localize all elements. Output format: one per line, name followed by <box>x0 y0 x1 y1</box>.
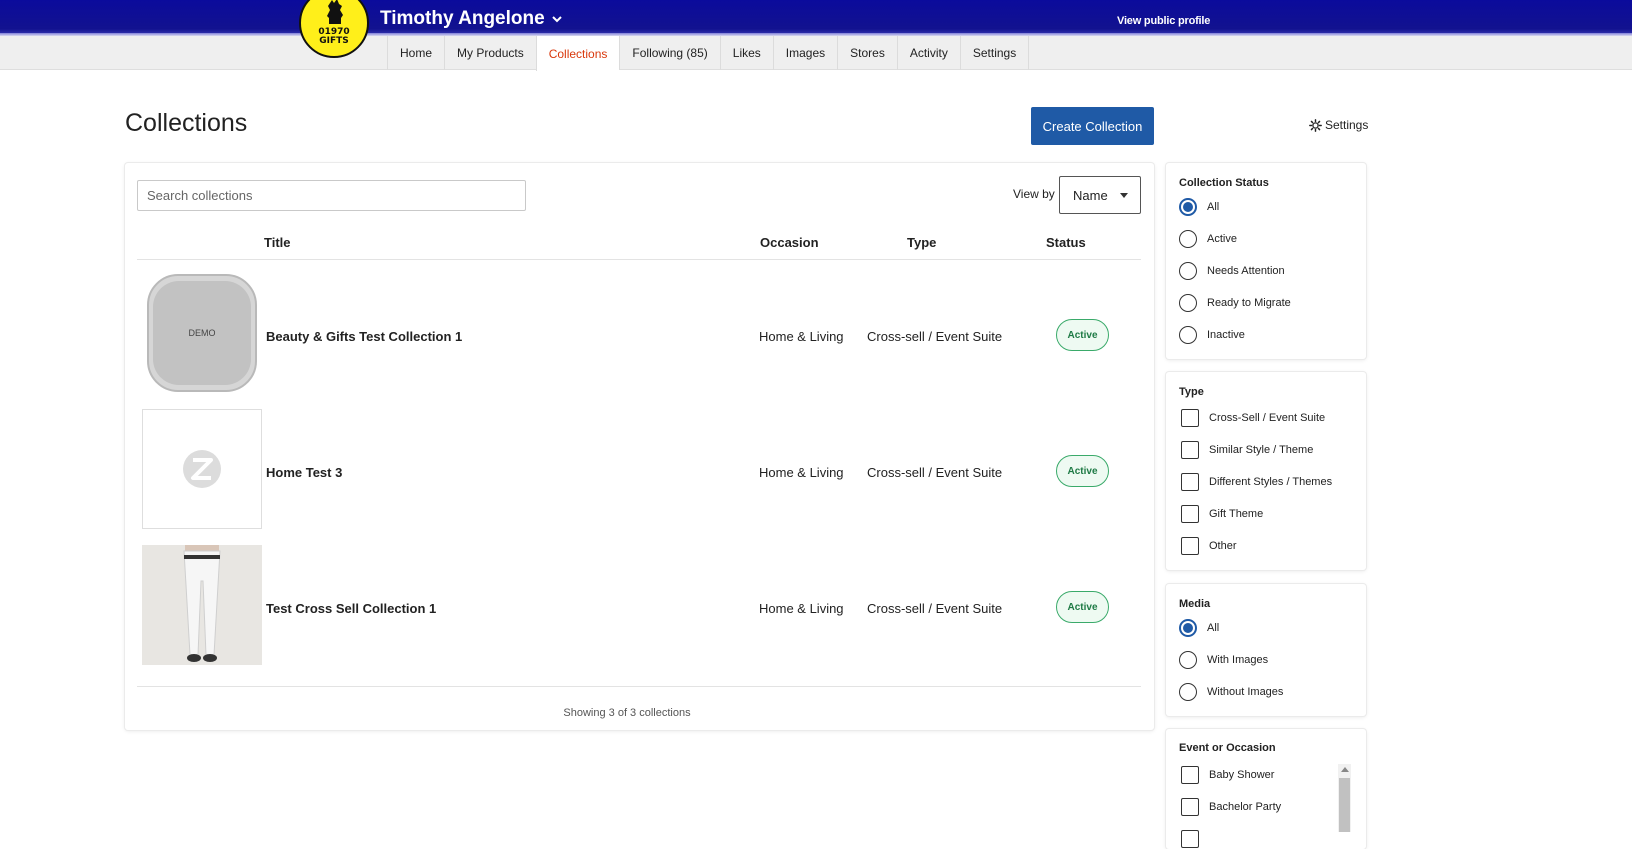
row-type: Cross-sell / Event Suite <box>867 465 1003 480</box>
row-title[interactable]: Home Test 3 <box>266 465 342 480</box>
filter-collection-status: Collection Status All Active Needs Atten… <box>1166 163 1366 359</box>
status-option-ready-to-migrate[interactable]: Ready to Migrate <box>1179 294 1291 312</box>
view-by-value: Name <box>1073 187 1108 203</box>
tab-home[interactable]: Home <box>387 36 444 70</box>
checkbox[interactable] <box>1181 766 1199 784</box>
checkbox[interactable] <box>1181 505 1199 523</box>
table-row[interactable]: Home Test 3 Home & Living Cross-sell / E… <box>137 403 1141 529</box>
scrollbar-thumb[interactable] <box>1339 778 1350 832</box>
radio-button[interactable] <box>1179 651 1197 669</box>
chevron-down-icon <box>551 16 562 23</box>
tab-likes[interactable]: Likes <box>719 36 773 70</box>
filter-type: Type Cross-Sell / Event Suite Similar St… <box>1166 372 1366 570</box>
placeholder-logo-image[interactable] <box>142 409 262 529</box>
row-occasion: Home & Living <box>759 465 844 480</box>
svg-text:DEMO: DEMO <box>189 328 216 338</box>
col-occasion[interactable]: Occasion <box>760 235 819 250</box>
tab-stores[interactable]: Stores <box>837 36 897 70</box>
view-by-label: View by <box>1013 187 1055 201</box>
user-name: Timothy Angelone <box>380 8 545 29</box>
type-option-cross-sell[interactable]: Cross-Sell / Event Suite <box>1179 409 1325 427</box>
logo-text: 01970 GIFTS <box>318 27 350 46</box>
nav-tabs: Home My Products Collections Following (… <box>387 36 1030 71</box>
tab-activity[interactable]: Activity <box>896 36 960 70</box>
row-title[interactable]: Test Cross Sell Collection 1 <box>266 601 436 616</box>
tab-following[interactable]: Following (85) <box>619 36 719 70</box>
radio-button[interactable] <box>1179 294 1197 312</box>
filter-title: Event or Occasion <box>1179 742 1276 754</box>
page-title: Collections <box>125 109 248 137</box>
filter-title: Collection Status <box>1179 177 1269 189</box>
tab-collections[interactable]: Collections <box>535 36 620 71</box>
results-count: Showing 3 of 3 collections <box>563 707 691 719</box>
radio-button[interactable] <box>1179 198 1197 216</box>
caret-down-icon <box>1120 193 1128 198</box>
tab-my-products[interactable]: My Products <box>444 36 536 70</box>
col-status[interactable]: Status <box>1046 235 1086 250</box>
col-title[interactable]: Title <box>264 235 291 250</box>
scroll-up-arrow-icon[interactable] <box>1341 767 1349 772</box>
media-option-all[interactable]: All <box>1179 619 1219 637</box>
row-title[interactable]: Beauty & Gifts Test Collection 1 <box>266 329 462 344</box>
filter-media: Media All With Images Without Images <box>1166 584 1366 716</box>
collections-card: View by Name Title Occasion Type Status … <box>125 163 1154 730</box>
occasion-scrollbar[interactable] <box>1338 764 1351 832</box>
view-by-select[interactable]: Name <box>1059 176 1141 214</box>
status-option-inactive[interactable]: Inactive <box>1179 326 1245 344</box>
tab-images[interactable]: Images <box>772 36 837 70</box>
radio-button[interactable] <box>1179 619 1197 637</box>
leggings-image[interactable] <box>142 545 262 665</box>
type-option-similar-style[interactable]: Similar Style / Theme <box>1179 441 1313 459</box>
settings-link[interactable]: Settings <box>1309 118 1368 132</box>
status-option-active[interactable]: Active <box>1179 230 1237 248</box>
table-footer-divider <box>137 686 1141 687</box>
status-badge: Active <box>1056 319 1109 351</box>
checkbox[interactable] <box>1181 441 1199 459</box>
type-option-other[interactable]: Other <box>1179 537 1237 555</box>
checkbox[interactable] <box>1181 830 1199 848</box>
gear-icon <box>1309 118 1322 132</box>
col-type[interactable]: Type <box>907 235 936 250</box>
table-row[interactable]: DEMO Beauty & Gifts Test Collection 1 Ho… <box>137 267 1141 392</box>
radio-button[interactable] <box>1179 230 1197 248</box>
view-public-profile-link[interactable]: View public profile <box>1117 15 1210 27</box>
checkbox[interactable] <box>1181 798 1199 816</box>
type-option-different-styles[interactable]: Different Styles / Themes <box>1179 473 1332 491</box>
occasion-option-baby-shower[interactable]: Baby Shower <box>1179 766 1274 784</box>
radio-button[interactable] <box>1179 326 1197 344</box>
row-type: Cross-sell / Event Suite <box>867 601 1003 616</box>
occasion-option-bachelor-party[interactable]: Bachelor Party <box>1179 798 1281 816</box>
search-input[interactable] <box>137 180 526 211</box>
profile-nav: Home My Products Collections Following (… <box>0 36 1632 71</box>
status-option-all[interactable]: All <box>1179 198 1219 216</box>
status-option-needs-attention[interactable]: Needs Attention <box>1179 262 1285 280</box>
media-option-with-images[interactable]: With Images <box>1179 651 1268 669</box>
checkbox[interactable] <box>1181 409 1199 427</box>
checkbox[interactable] <box>1181 537 1199 555</box>
type-option-gift-theme[interactable]: Gift Theme <box>1179 505 1263 523</box>
status-badge: Active <box>1056 455 1109 487</box>
knight-icon <box>327 0 343 24</box>
radio-button[interactable] <box>1179 683 1197 701</box>
tab-settings[interactable]: Settings <box>959 36 1030 70</box>
row-type: Cross-sell / Event Suite <box>867 329 1003 344</box>
top-bar: Timothy Angelone View public profile <box>0 0 1632 36</box>
table-header: Title Occasion Type Status <box>137 235 1141 260</box>
checkbox[interactable] <box>1181 473 1199 491</box>
table-row[interactable]: Test Cross Sell Collection 1 Home & Livi… <box>137 539 1141 665</box>
compact-mirror-image[interactable]: DEMO <box>142 273 262 393</box>
row-occasion: Home & Living <box>759 601 844 616</box>
occasion-option-next[interactable] <box>1179 830 1199 848</box>
settings-label: Settings <box>1325 118 1369 132</box>
filter-title: Media <box>1179 598 1211 610</box>
user-menu[interactable]: Timothy Angelone <box>380 8 563 30</box>
create-collection-button[interactable]: Create Collection <box>1031 107 1154 145</box>
radio-button[interactable] <box>1179 262 1197 280</box>
row-occasion: Home & Living <box>759 329 844 344</box>
filter-title: Type <box>1179 386 1204 398</box>
filter-event-occasion: Event or Occasion Baby Shower Bachelor P… <box>1166 729 1366 849</box>
media-option-without-images[interactable]: Without Images <box>1179 683 1283 701</box>
status-badge: Active <box>1056 591 1109 623</box>
